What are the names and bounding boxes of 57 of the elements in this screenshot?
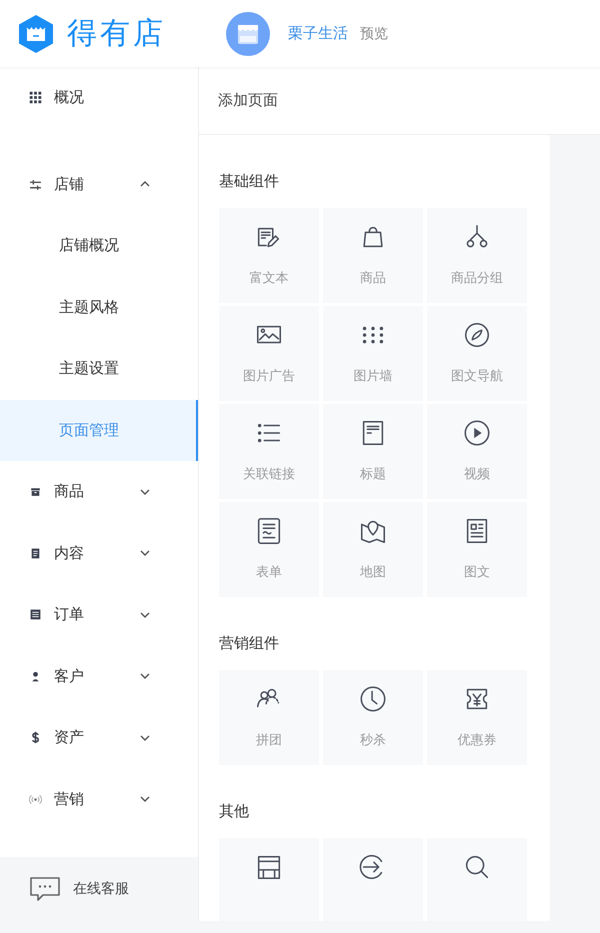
component-tile[interactable]: 优惠券 [427,670,527,765]
component-tile[interactable]: 地图 [323,502,423,597]
component-tile[interactable]: 富文本 [219,208,319,303]
sidebar-item[interactable]: 订单 [0,584,198,646]
signal-icon [29,792,42,806]
component-tile[interactable]: 商品 [323,208,423,303]
component-tile[interactable] [323,838,423,921]
chevron-down-icon [140,673,150,680]
submenu-item[interactable]: 主题设置 [0,338,198,400]
sidebar-item[interactable]: 客户 [0,646,198,707]
sidebar-item[interactable]: 商品 [0,461,198,522]
component-tile[interactable]: 图文 [427,502,527,597]
component-tile[interactable]: 关联链接 [219,404,319,499]
chevron-down-icon [140,612,150,618]
component-tile[interactable] [427,838,527,921]
dollar-icon [29,731,42,744]
section-title: 基础组件 [219,170,280,192]
grid-icon [29,91,42,104]
sliders-icon [29,178,42,191]
component-tile[interactable]: 拼团 [219,670,319,765]
submenu-item[interactable]: 页面管理 [0,400,198,461]
store-logo-icon [17,14,55,54]
chat-bubble-icon [29,876,61,902]
component-tile[interactable]: 表单 [219,502,319,597]
component-tile[interactable]: 图文导航 [427,306,527,401]
play-circle-icon [462,418,492,448]
sidebar-item[interactable]: 营销 [0,768,198,830]
shop-name-link[interactable]: 栗子生活 [288,24,348,43]
component-tile[interactable]: 秒杀 [323,670,423,765]
submenu-item[interactable]: 店铺概况 [0,215,198,276]
online-support-button[interactable]: 在线客服 [0,857,198,921]
component-tile[interactable]: 视频 [427,404,527,499]
chevron-up-icon [140,181,150,188]
chevron-down-icon [140,488,150,495]
sidebar-item[interactable]: 店铺 [0,154,198,215]
list-icon [29,608,42,622]
section-title: 营销组件 [219,632,280,654]
sidebar-item[interactable]: 资产 [0,707,198,768]
sidebar-item[interactable]: 内容 [0,522,198,584]
chevron-down-icon [140,796,150,802]
chevron-down-icon [140,550,150,556]
component-tile[interactable]: 图片广告 [219,306,319,401]
sidebar-item[interactable]: 概况 [0,67,198,128]
logo-text: 得有店 [67,15,166,53]
component-tile[interactable]: 商品分组 [427,208,527,303]
preview-link[interactable]: 预览 [360,24,388,42]
component-tile[interactable] [219,838,319,921]
component-tile[interactable]: 图片墙 [323,306,423,401]
chevron-down-icon [140,734,150,741]
clock-icon [358,684,388,714]
compass-icon [462,320,492,350]
store-avatar-icon [226,12,270,56]
submenu-item[interactable]: 主题风格 [0,276,198,338]
page-title: 添加页面 [218,91,278,110]
section-title: 其他 [219,800,250,822]
component-tile[interactable]: 标题 [323,404,423,499]
document-icon [29,546,42,560]
